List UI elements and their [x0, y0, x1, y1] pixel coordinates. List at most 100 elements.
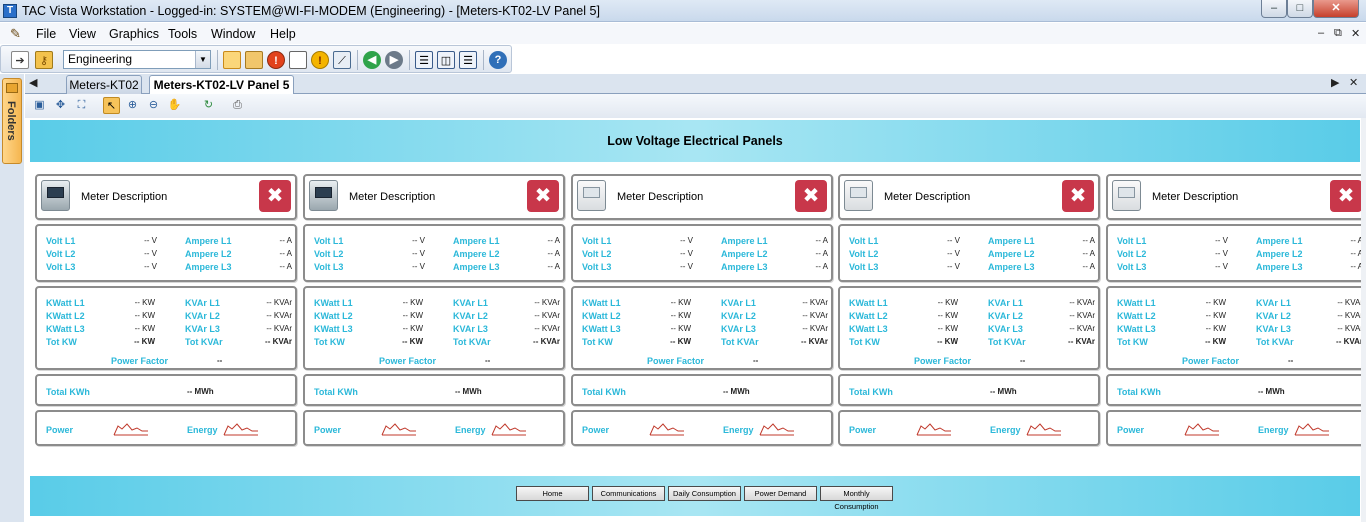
ampere-l3-value: -- A	[1350, 262, 1363, 271]
cascade-icon[interactable]: ☰	[415, 51, 433, 69]
close-button[interactable]: ✕	[1313, 0, 1359, 18]
folder-open-icon[interactable]	[223, 51, 241, 69]
tools-icon[interactable]: ✖	[795, 180, 827, 212]
power-trend-icon[interactable]	[916, 420, 952, 436]
nav-monthly-consumption-button[interactable]: Monthly Consumption	[820, 486, 893, 511]
meter-description: Meter Description	[81, 191, 168, 203]
volt-l1-label: Volt L1	[46, 236, 76, 246]
menu-tools[interactable]: Tools	[168, 27, 197, 41]
mdi-close-button[interactable]: ✕	[1351, 27, 1360, 40]
main-toolbar: ➔ ⚷ Engineering ▼ ! ! ⟋ ◀ ▶ ☰ ◫ ☰ ?	[0, 45, 512, 73]
energy-trend-icon[interactable]	[223, 420, 259, 436]
alarm-icon[interactable]: !	[267, 51, 285, 69]
graphics-toolbar: ▣ ✥ ⛶ ↖ ⊕ ⊖ ✋ ↻ ⎙	[25, 94, 1366, 118]
kwatt-l1-value: -- KW	[670, 298, 691, 307]
menu-graphics[interactable]: Graphics	[109, 27, 159, 41]
tools-icon[interactable]: ✖	[259, 180, 291, 212]
trend-icon[interactable]: ⟋	[333, 51, 351, 69]
kwatt-l3-value: -- KW	[670, 324, 691, 333]
zoom-out-icon[interactable]: ⊖	[145, 97, 162, 114]
volt-l1-value: -- V	[1215, 236, 1228, 245]
chevron-down-icon[interactable]: ▼	[195, 51, 210, 68]
pan-arrows-icon[interactable]: ✥	[52, 97, 69, 114]
tools-icon[interactable]: ✖	[527, 180, 559, 212]
toolbar-separator	[483, 50, 484, 70]
volt-l3-value: -- V	[680, 262, 693, 271]
tot-kvar-value: -- KVAr	[265, 337, 292, 346]
vertical-scrollbar[interactable]	[1361, 118, 1366, 522]
kvar-l2-value: -- KVAr	[1337, 311, 1363, 320]
energy-trend-icon[interactable]	[759, 420, 795, 436]
kwatt-l1-value: -- KW	[937, 298, 958, 307]
tab-meters-kt02-lv-panel-5[interactable]: Meters-KT02-LV Panel 5	[149, 75, 294, 95]
tab-scroll-right-icon[interactable]: ▶	[1331, 76, 1339, 89]
mdi-restore-button[interactable]: ⧉	[1334, 27, 1342, 40]
volt-l2-value: -- V	[1215, 249, 1228, 258]
nav-daily-consumption-button[interactable]: Daily Consumption	[668, 486, 741, 501]
tot-kw-label: Tot KW	[1117, 337, 1148, 347]
hand-pan-icon[interactable]: ✋	[166, 97, 183, 114]
menu-view[interactable]: View	[69, 27, 96, 41]
mdi-minimize-button[interactable]: –	[1318, 27, 1324, 39]
menu-help[interactable]: Help	[270, 27, 296, 41]
nav-home-button[interactable]: Home	[516, 486, 589, 501]
help-icon[interactable]: ?	[489, 51, 507, 69]
energy-trend-icon[interactable]	[1294, 420, 1330, 436]
volt-l1-label: Volt L1	[849, 236, 879, 246]
kvar-l3-label: KVAr L3	[185, 324, 220, 334]
folder-icon[interactable]	[245, 51, 263, 69]
power-trend-icon[interactable]	[381, 420, 417, 436]
menu-window[interactable]: Window	[211, 27, 255, 41]
meter-device-icon	[1112, 180, 1141, 211]
refresh-icon[interactable]: ↻	[200, 97, 217, 114]
tab-scroll-left-icon[interactable]: ◀	[29, 76, 37, 89]
window-title: TAC Vista Workstation - Logged-in: SYSTE…	[22, 4, 600, 18]
folders-tab[interactable]: Folders	[2, 78, 22, 164]
energy-trend-icon[interactable]	[491, 420, 527, 436]
tot-kvar-value: -- KVAr	[1068, 337, 1095, 346]
key-icon[interactable]: ⚷	[35, 51, 53, 69]
events-icon[interactable]: !	[311, 51, 329, 69]
minimize-button[interactable]: –	[1261, 0, 1287, 18]
menu-file[interactable]: File	[36, 27, 56, 41]
tot-kw-value: -- KW	[670, 337, 691, 346]
power-trend-icon[interactable]	[113, 420, 149, 436]
volt-l1-value: -- V	[412, 236, 425, 245]
kwatt-l2-value: -- KW	[937, 311, 958, 320]
tools-icon[interactable]: ✖	[1330, 180, 1362, 212]
tile-vertical-icon[interactable]: ◫	[437, 51, 455, 69]
energy-total-box: Total KWh -- MWh	[838, 374, 1100, 406]
tile-horizontal-icon[interactable]: ☰	[459, 51, 477, 69]
logout-icon[interactable]: ➔	[11, 51, 29, 69]
print-icon[interactable]: ⎙	[229, 97, 246, 114]
select-pointer-icon[interactable]: ↖	[103, 97, 120, 114]
total-kwh-value: -- MWh	[990, 387, 1017, 396]
ampere-l1-value: -- A	[1082, 236, 1095, 245]
ampere-l2-label: Ampere L2	[1256, 249, 1303, 259]
notes-icon[interactable]	[289, 51, 307, 69]
meter-device-icon	[41, 180, 70, 211]
volt-l1-label: Volt L1	[1117, 236, 1147, 246]
power-factor-label: Power Factor	[647, 356, 705, 366]
maximize-button[interactable]: □	[1287, 0, 1313, 18]
kvar-l1-value: -- KVAr	[802, 298, 828, 307]
tab-close-icon[interactable]: ✕	[1349, 76, 1358, 89]
zoom-window-icon[interactable]: ⛶	[73, 97, 90, 114]
fit-page-icon[interactable]: ▣	[31, 97, 48, 114]
workspace-select[interactable]: Engineering ▼	[63, 50, 211, 69]
kwatt-l3-label: KWatt L3	[849, 324, 888, 334]
kwatt-l1-label: KWatt L1	[1117, 298, 1156, 308]
nav-communications-button[interactable]: Communications	[592, 486, 665, 501]
power-trend-icon[interactable]	[649, 420, 685, 436]
zoom-in-icon[interactable]: ⊕	[124, 97, 141, 114]
nav-power-demand-button[interactable]: Power Demand	[744, 486, 817, 501]
tools-icon[interactable]: ✖	[1062, 180, 1094, 212]
power-trend-icon[interactable]	[1184, 420, 1220, 436]
back-icon[interactable]: ◀	[363, 51, 381, 69]
total-kwh-label: Total KWh	[1117, 387, 1161, 397]
volt-l2-label: Volt L2	[314, 249, 344, 259]
tab-meters-kt02[interactable]: Meters-KT02	[66, 75, 142, 94]
energy-trend-icon[interactable]	[1026, 420, 1062, 436]
forward-icon[interactable]: ▶	[385, 51, 403, 69]
toolbar-separator	[217, 50, 218, 70]
